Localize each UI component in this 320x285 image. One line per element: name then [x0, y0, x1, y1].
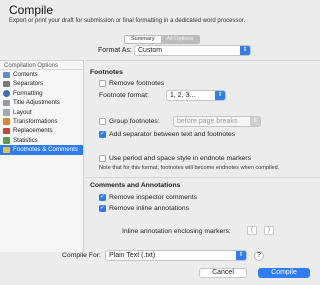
sidebar-item-label: Formatting — [13, 89, 43, 97]
sidebar-item-label: Replacements — [13, 127, 53, 135]
section-divider — [86, 177, 320, 178]
sidebar-item-label: Separators — [13, 80, 44, 88]
enclosing-markers-label: Inline annotation enclosing markers: — [122, 228, 231, 235]
title-adjustments-icon — [3, 99, 10, 107]
replacements-icon — [3, 127, 10, 135]
group-footnotes-checkbox[interactable] — [99, 118, 106, 125]
sidebar-item-label: Statistics — [13, 136, 38, 144]
format-as-label: Format As: — [98, 47, 132, 54]
footnote-format-select[interactable]: 1, 2, 3... ⇕ — [166, 90, 226, 101]
footnotes-icon — [3, 146, 10, 154]
group-footnotes-value: before page breaks — [177, 118, 238, 125]
footnote-format-value: 1, 2, 3... — [170, 92, 196, 99]
sidebar-item-footnotes-comments[interactable]: Footnotes & Comments — [0, 145, 83, 155]
sidebar-item-label: Footnotes & Comments — [13, 146, 78, 154]
separators-icon — [3, 80, 10, 88]
compile-for-select[interactable]: Plain Text (.txt) ⇕ — [105, 250, 247, 261]
compile-for-label: Compile For: — [62, 252, 101, 259]
layout-icon — [3, 109, 10, 116]
endnote-markers-label: Use period and space style in endnote ma… — [109, 155, 252, 162]
sidebar-item-label: Contents — [13, 71, 38, 78]
sidebar-item-formatting[interactable]: Formatting — [0, 89, 83, 98]
tab-all-options[interactable]: All Options — [160, 36, 200, 43]
remove-inline-annotations-checkbox[interactable]: ✓ — [99, 205, 106, 212]
dialog-header: Compile Export or print your draft for s… — [0, 0, 320, 30]
sidebar-item-label: Title Adjustments — [13, 99, 60, 107]
sidebar-item-label: Transformations — [13, 117, 58, 125]
format-as-value: Custom — [138, 47, 163, 54]
remove-footnotes-label: Remove footnotes — [109, 80, 165, 87]
dialog-title: Compile — [9, 3, 54, 17]
sidebar-item-separators[interactable]: Separators — [0, 79, 83, 88]
statistics-icon — [3, 137, 10, 144]
dialog-subtitle: Export or print your draft for submissio… — [9, 18, 246, 24]
footnotes-section-title: Footnotes — [90, 69, 123, 76]
marker-open-field[interactable]: { — [247, 226, 257, 235]
options-panel: Footnotes Remove footnotes Footnote form… — [86, 60, 320, 252]
sidebar-item-transformations[interactable]: Transformations — [0, 117, 83, 126]
sidebar-heading: Compilation Options — [0, 61, 83, 70]
help-button[interactable]: ? — [254, 251, 264, 261]
sidebar-item-layout[interactable]: Layout — [0, 108, 83, 117]
remove-footnotes-checkbox[interactable] — [99, 80, 106, 87]
footnote-format-label: Footnote format: — [99, 92, 149, 99]
chevron-updown-icon: ⇕ — [240, 46, 250, 55]
remove-inline-annotations-label: Remove inline annotations — [109, 205, 190, 212]
compilation-options-sidebar: Compilation Options Contents Separators … — [0, 60, 84, 252]
compile-button[interactable]: Compile — [258, 268, 310, 278]
contents-icon — [3, 71, 10, 78]
view-segmented-control[interactable]: Summary All Options — [124, 35, 201, 44]
add-separator-label: Add separator between text and footnotes — [109, 131, 236, 138]
format-as-select[interactable]: Custom ⇕ — [134, 45, 251, 56]
sidebar-item-statistics[interactable]: Statistics — [0, 136, 83, 145]
add-separator-checkbox[interactable]: ✓ — [99, 131, 106, 138]
sidebar-item-label: Layout — [13, 108, 32, 116]
compile-for-value: Plain Text (.txt) — [109, 252, 156, 259]
group-footnotes-select[interactable]: before page breaks ⇕ — [173, 116, 261, 127]
endnote-markers-checkbox[interactable] — [99, 155, 106, 162]
remove-inspector-comments-label: Remove inspector comments — [109, 194, 198, 201]
chevron-updown-icon: ⇕ — [250, 117, 260, 126]
marker-close-field[interactable]: } — [264, 226, 274, 235]
sidebar-item-contents[interactable]: Contents — [0, 70, 83, 79]
transformations-icon — [3, 118, 10, 125]
sidebar-item-title-adjustments[interactable]: Title Adjustments — [0, 98, 83, 107]
comments-section-title: Comments and Annotations — [90, 182, 181, 189]
group-footnotes-label: Group footnotes: — [109, 118, 160, 125]
sidebar-item-replacements[interactable]: Replacements — [0, 126, 83, 135]
remove-inspector-comments-checkbox[interactable]: ✓ — [99, 194, 106, 201]
cancel-button[interactable]: Cancel — [199, 268, 247, 278]
formatting-icon — [3, 90, 10, 97]
tab-summary[interactable]: Summary — [125, 36, 161, 43]
endnote-note: Note that for this format, footnotes wil… — [99, 165, 280, 171]
chevron-updown-icon: ⇕ — [215, 91, 225, 100]
chevron-updown-icon: ⇕ — [236, 251, 246, 260]
